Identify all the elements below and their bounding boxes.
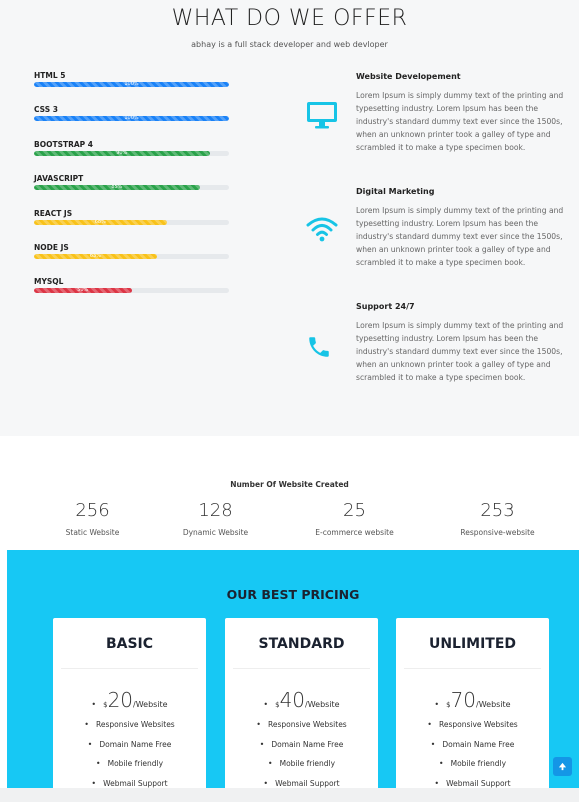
stat-value: 25 xyxy=(343,500,366,521)
plan-features: $70/Website Responsive Websites Domain N… xyxy=(396,688,549,788)
monitor-icon xyxy=(306,100,342,136)
page-footer-strip xyxy=(0,788,579,802)
plan-feature: Responsive Websites xyxy=(396,715,549,735)
skill-name: HTML 5 xyxy=(34,71,66,80)
service-description: Lorem Ipsum is simply dummy text of the … xyxy=(356,321,564,382)
phone-icon xyxy=(306,334,342,370)
stat-item: 253 Responsive-website xyxy=(425,500,570,537)
stat-value: 128 xyxy=(198,500,233,521)
progress-label: 100% xyxy=(124,82,139,87)
plan-feature: Mobile friendly xyxy=(396,754,549,774)
plan-feature: Domain Name Free xyxy=(225,735,378,755)
progress-bar: 100% xyxy=(34,82,229,87)
service-description: Lorem Ipsum is simply dummy text of the … xyxy=(356,206,564,267)
plan-feature: Domain Name Free xyxy=(53,735,206,755)
plan-price: $70/Website xyxy=(396,688,549,712)
progress-bar: 85% xyxy=(34,185,229,191)
skill-name: CSS 3 xyxy=(34,105,58,115)
service-item: Website Developement Lorem Ipsum is simp… xyxy=(300,70,570,185)
progress-bar: 90% xyxy=(34,150,229,156)
skill-item: MYSQL 50% xyxy=(34,276,229,310)
stat-label: E-commerce website xyxy=(315,528,394,537)
skill-item: NODE JS 63% xyxy=(34,242,229,276)
progress-bar: 68% xyxy=(34,219,229,225)
offer-title: WHAT DO WE OFFER xyxy=(171,6,408,31)
plan-feature: Responsive Websites xyxy=(225,715,378,735)
services-list: Website Developement Lorem Ipsum is simp… xyxy=(300,70,570,415)
pricing-section: OUR BEST PRICING BASIC $20/Website Respo… xyxy=(7,550,579,788)
progress-bar: 50% xyxy=(34,288,229,294)
divider xyxy=(61,668,198,669)
service-item: Digital Marketing Lorem Ipsum is simply … xyxy=(300,185,570,300)
stat-item: 25 E-commerce website xyxy=(282,500,427,537)
plan-feature: Webmail Support xyxy=(396,774,549,789)
stats-section: Number Of Website Created 256 Static Web… xyxy=(0,436,579,550)
plan-name: UNLIMITED xyxy=(428,636,517,652)
skill-name: JAVASCRIPT xyxy=(34,174,84,184)
plan-feature: Domain Name Free xyxy=(396,735,549,755)
skill-item: JAVASCRIPT 85% xyxy=(34,173,229,207)
pricing-card-standard: STANDARD $40/Website Responsive Websites… xyxy=(225,618,378,788)
skill-name: REACT JS xyxy=(34,208,73,218)
service-title: Digital Marketing xyxy=(356,187,435,196)
pricing-card-basic: BASIC $20/Website Responsive Websites Do… xyxy=(53,618,206,788)
plan-name: STANDARD xyxy=(258,636,345,652)
stat-item: 128 Dynamic Website xyxy=(143,500,288,537)
offer-section: WHAT DO WE OFFER abhay is a full stack d… xyxy=(0,0,579,436)
plan-feature: Webmail Support xyxy=(53,774,206,789)
progress-label: 85% xyxy=(111,185,123,191)
arrow-up-icon xyxy=(558,761,567,772)
stats-title: Number Of Website Created xyxy=(230,480,349,489)
plan-name: BASIC xyxy=(105,636,154,652)
progress-bar: 100% xyxy=(34,116,229,122)
progress-label: 100% xyxy=(124,116,139,122)
skill-item: CSS 3 100% xyxy=(34,104,229,138)
skill-name: NODE JS xyxy=(34,242,69,252)
plan-features: $40/Website Responsive Websites Domain N… xyxy=(225,688,378,788)
plan-features: $20/Website Responsive Websites Domain N… xyxy=(53,688,206,788)
divider xyxy=(233,668,370,669)
pricing-card-unlimited: UNLIMITED $70/Website Responsive Website… xyxy=(396,618,549,788)
scroll-to-top-button[interactable] xyxy=(553,757,572,776)
skill-item: BOOTSTRAP 4 90% xyxy=(34,139,229,173)
plan-feature: Webmail Support xyxy=(225,774,378,789)
skill-item: REACT JS 68% xyxy=(34,208,229,242)
plan-feature: Mobile friendly xyxy=(53,754,206,774)
pricing-title: OUR BEST PRICING xyxy=(226,587,360,602)
stat-label: Dynamic Website xyxy=(182,528,249,537)
progress-label: 90% xyxy=(116,150,128,156)
skill-item: HTML 5 100% xyxy=(34,70,229,104)
divider xyxy=(404,668,541,669)
skill-name: MYSQL xyxy=(34,277,64,287)
offer-subtitle: abhay is a full stack developer and web … xyxy=(191,40,388,49)
plan-price: $40/Website xyxy=(225,688,378,712)
plan-feature: Responsive Websites xyxy=(53,715,206,735)
progress-label: 63% xyxy=(89,253,101,259)
progress-bar: 63% xyxy=(34,253,229,259)
plan-feature: Mobile friendly xyxy=(225,754,378,774)
service-title: Website Developement xyxy=(356,72,461,81)
service-item: Support 24/7 Lorem Ipsum is simply dummy… xyxy=(300,300,570,415)
plan-price: $20/Website xyxy=(53,688,206,712)
service-description: Lorem Ipsum is simply dummy text of the … xyxy=(356,91,564,152)
wifi-icon xyxy=(306,215,342,251)
stat-value: 253 xyxy=(480,500,515,521)
skills-list: HTML 5 100% CSS 3 100% BOOTSTRAP 4 90% J… xyxy=(34,70,229,311)
skill-name: BOOTSTRAP 4 xyxy=(34,139,94,149)
progress-label: 50% xyxy=(77,288,89,294)
progress-label: 68% xyxy=(94,219,106,225)
stat-label: Responsive-website xyxy=(460,528,535,537)
service-title: Support 24/7 xyxy=(356,302,415,311)
page-gutter xyxy=(0,550,7,788)
